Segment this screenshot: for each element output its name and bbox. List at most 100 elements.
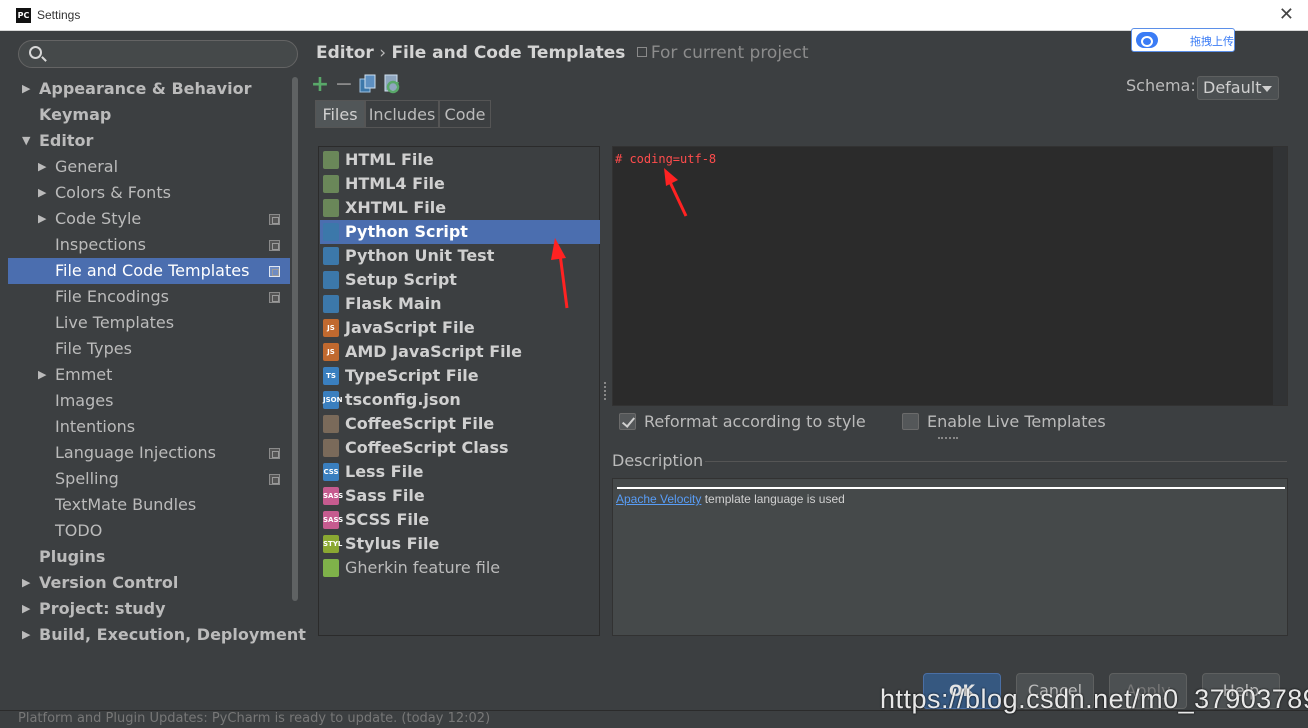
sidebar-item-intentions[interactable]: Intentions (8, 414, 290, 440)
template-item-html4-file[interactable]: HTML4 File (320, 172, 600, 196)
project-scope-icon (269, 292, 280, 303)
reset-icon (384, 74, 400, 94)
tab-code[interactable]: Code (439, 100, 491, 128)
schema-label: Schema: (1126, 76, 1196, 95)
template-item-javascript-file[interactable]: JS JavaScript File (320, 316, 600, 340)
template-item-gherkin-feature-file[interactable]: Gherkin feature file (320, 556, 600, 580)
template-item-coffeescript-file[interactable]: CoffeeScript File (320, 412, 600, 436)
template-editor[interactable]: # coding=utf-8 (612, 146, 1288, 406)
editor-scrollbar[interactable] (1273, 147, 1287, 405)
settings-search-input[interactable] (18, 40, 298, 68)
sidebar-item-todo[interactable]: TODO (8, 518, 290, 544)
copy-template-button[interactable] (358, 74, 378, 96)
template-item-less-file[interactable]: CSS Less File (320, 460, 600, 484)
template-item-xhtml-file[interactable]: XHTML File (320, 196, 600, 220)
sidebar-item-inspections[interactable]: Inspections (8, 232, 290, 258)
sidebar-item-label: Spelling (55, 469, 119, 488)
sidebar-item-file-types[interactable]: File Types (8, 336, 290, 362)
splitter-handle[interactable] (604, 382, 608, 400)
template-name: CoffeeScript Class (345, 438, 509, 457)
javascript-file-icon: JS (323, 343, 339, 361)
template-code[interactable]: # coding=utf-8 (615, 152, 716, 166)
python-file-icon (323, 247, 339, 265)
sidebar-item-emmet[interactable]: ▶ Emmet (8, 362, 290, 388)
add-template-button[interactable]: + (310, 74, 330, 96)
template-item-stylus-file[interactable]: STYL Stylus File (320, 532, 600, 556)
chevron-right-icon[interactable]: ▶ (22, 570, 30, 596)
breadcrumb: Editor › File and Code Templates For cur… (316, 43, 809, 65)
template-item-tsconfig-json[interactable]: JSON tsconfig.json (320, 388, 600, 412)
sidebar-item-keymap[interactable]: Keymap (8, 102, 290, 128)
apache-velocity-link[interactable]: Apache Velocity (616, 492, 701, 506)
horizontal-splitter-handle[interactable] (938, 437, 958, 440)
sidebar-item-file-encodings[interactable]: File Encodings (8, 284, 290, 310)
sidebar-item-label: Editor (39, 131, 94, 150)
template-item-sass-file[interactable]: SASS Sass File (320, 484, 600, 508)
sidebar-scrollbar[interactable] (292, 77, 298, 601)
sidebar-item-images[interactable]: Images (8, 388, 290, 414)
close-icon[interactable]: ✕ (1279, 4, 1294, 25)
javascript-file-icon: JS (323, 319, 339, 337)
sidebar-item-label: TODO (55, 521, 103, 540)
settings-dialog: PC Settings ✕ ▶ Appearance & Behavior Keym… (0, 0, 1308, 728)
template-name: TypeScript File (345, 366, 479, 385)
python-file-icon (323, 223, 339, 241)
drag-upload-widget[interactable]: 拖拽上传 (1131, 28, 1235, 52)
gherkin-file-icon (323, 559, 339, 577)
sidebar-item-label: Appearance & Behavior (39, 79, 252, 98)
sidebar-item-code-style[interactable]: ▶ Code Style (8, 206, 290, 232)
sidebar-item-build-execution-deployment[interactable]: ▶ Build, Execution, Deployment (8, 622, 306, 648)
sidebar-item-appearance-behavior[interactable]: ▶ Appearance & Behavior (8, 76, 290, 102)
template-item-amd-javascript-file[interactable]: JS AMD JavaScript File (320, 340, 600, 364)
schema-value: Default (1203, 78, 1262, 97)
remove-template-button[interactable]: − (334, 74, 354, 96)
sidebar-item-version-control[interactable]: ▶ Version Control (8, 570, 290, 596)
chevron-down-icon[interactable]: ▼ (22, 128, 30, 154)
sidebar-item-language-injections[interactable]: Language Injections (8, 440, 290, 466)
template-item-html-file[interactable]: HTML File (320, 148, 600, 172)
chevron-right-icon[interactable]: ▶ (22, 622, 30, 648)
sidebar-item-label: File and Code Templates (55, 261, 250, 280)
tab-includes[interactable]: Includes (365, 100, 439, 128)
sidebar-item-editor[interactable]: ▼ Editor (8, 128, 290, 154)
sidebar-item-file-and-code-templates[interactable]: File and Code Templates (8, 258, 290, 284)
template-name: AMD JavaScript File (345, 342, 522, 361)
upload-label: 拖拽上传 (1190, 35, 1234, 48)
settings-sidebar: ▶ Appearance & Behavior Keymap ▼ Editor ▶ Gene… (8, 31, 306, 651)
chevron-right-icon[interactable]: ▶ (38, 154, 46, 180)
sidebar-item-label: Inspections (55, 235, 146, 254)
sidebar-item-plugins[interactable]: Plugins (8, 544, 290, 570)
sidebar-item-live-templates[interactable]: Live Templates (8, 310, 290, 336)
sidebar-item-colors-fonts[interactable]: ▶ Colors & Fonts (8, 180, 290, 206)
scope-label: For current project (650, 43, 809, 63)
sidebar-item-label: Colors & Fonts (55, 183, 171, 202)
chevron-right-icon[interactable]: ▶ (22, 596, 30, 622)
annotation-arrow-icon (664, 168, 688, 217)
cloud-upload-icon (1136, 32, 1158, 48)
sidebar-item-textmate-bundles[interactable]: TextMate Bundles (8, 492, 290, 518)
sidebar-item-general[interactable]: ▶ General (8, 154, 290, 180)
json-file-icon: JSON (323, 391, 342, 409)
template-item-coffeescript-class[interactable]: CoffeeScript Class (320, 436, 600, 460)
reset-template-button[interactable] (382, 74, 402, 96)
tab-files[interactable]: Files (315, 100, 365, 128)
chevron-right-icon[interactable]: ▶ (38, 206, 46, 232)
sidebar-item-spelling[interactable]: Spelling (8, 466, 290, 492)
chevron-right-icon[interactable]: ▶ (38, 362, 46, 388)
live-templates-checkbox-box[interactable] (902, 413, 919, 430)
reformat-checkbox-box[interactable] (619, 413, 636, 430)
template-item-typescript-file[interactable]: TS TypeScript File (320, 364, 600, 388)
chevron-right-icon[interactable]: ▶ (22, 76, 30, 102)
schema-dropdown[interactable]: Default (1197, 76, 1279, 100)
breadcrumb-separator: › (379, 43, 387, 63)
template-name: XHTML File (345, 198, 447, 217)
search-icon (29, 46, 42, 59)
stylus-file-icon: STYL (323, 535, 342, 553)
sidebar-item-label: Code Style (55, 209, 142, 228)
chevron-right-icon[interactable]: ▶ (38, 180, 46, 206)
copy-icon (359, 74, 376, 93)
template-item-scss-file[interactable]: SASS SCSS File (320, 508, 600, 532)
sidebar-item-project-study[interactable]: ▶ Project: study (8, 596, 290, 622)
sidebar-item-label: Images (55, 391, 114, 410)
project-scope-icon (636, 47, 647, 57)
